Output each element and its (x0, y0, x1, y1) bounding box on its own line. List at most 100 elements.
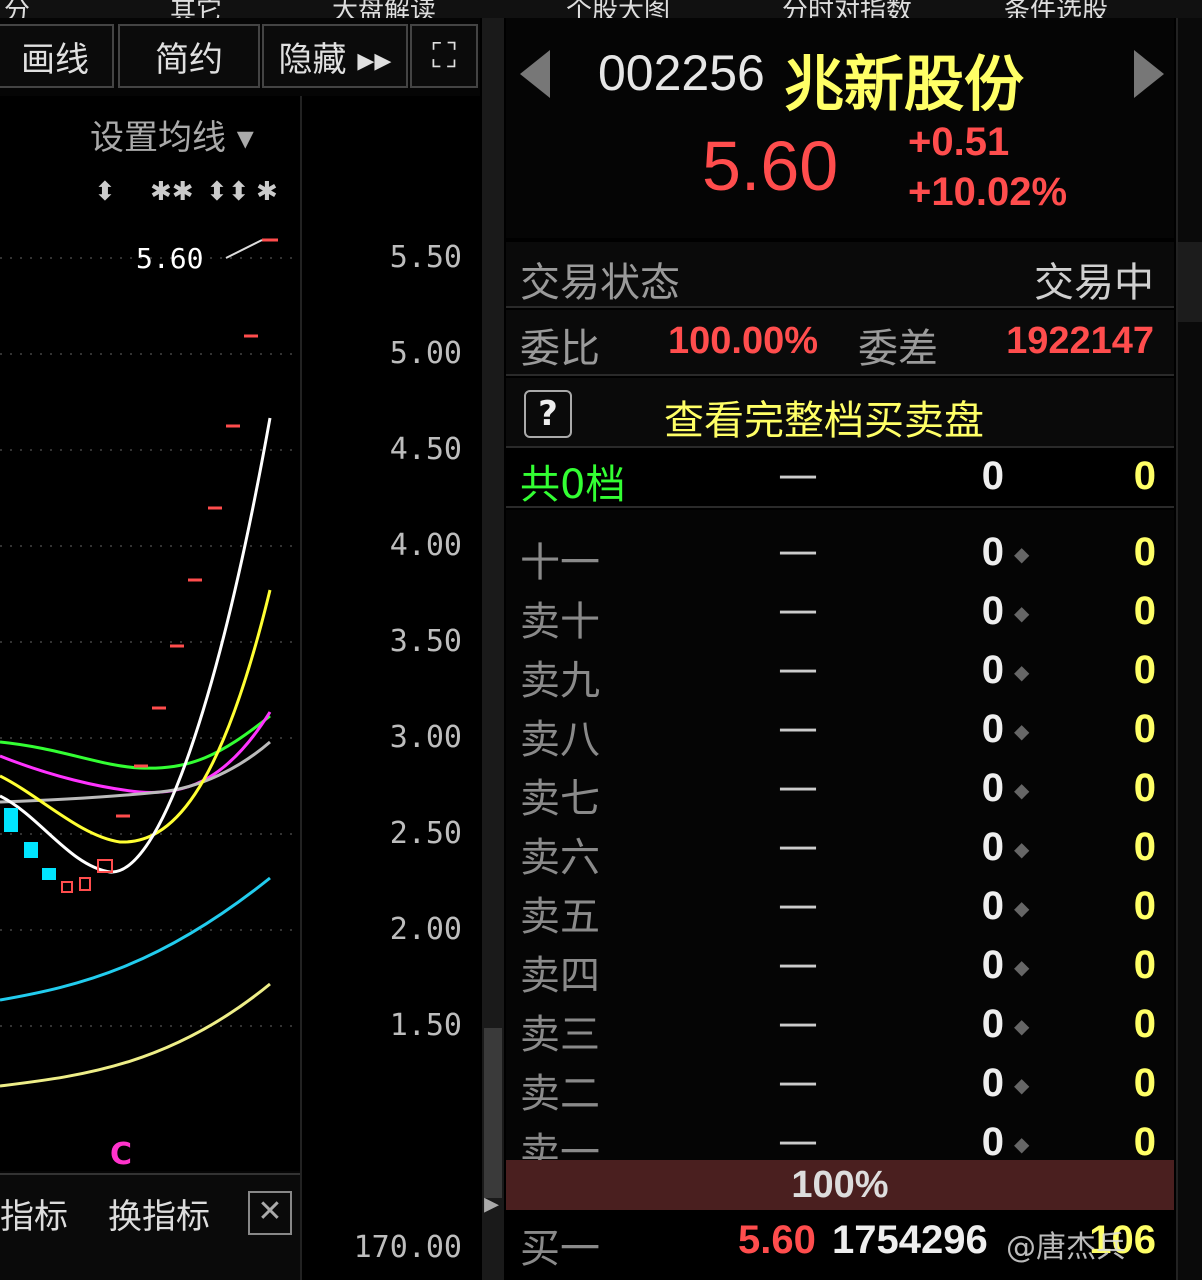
kline-chart[interactable]: 设置均线 ▾ ⬍ ✱✱ ⬍⬍ ✱ 5.60 C (0, 96, 300, 1171)
level-volume: 0 (981, 766, 1004, 810)
trade-status-row: 交易状态 交易中 (506, 242, 1174, 308)
next-stock-icon[interactable] (1134, 50, 1164, 98)
order-diff-label: 委差 (858, 326, 938, 372)
marker-c: C (110, 1137, 132, 1171)
level-volume: 0 (981, 825, 1004, 869)
ask-level-row[interactable]: 卖五 — 0 ◆ 0 (506, 878, 1174, 940)
volume-axis-label: 170.00 (353, 1230, 462, 1265)
price-change-pct: +10.02% (908, 170, 1068, 214)
level-price: — (778, 587, 818, 633)
summary-price: — (778, 452, 818, 498)
level-count: 0 (1133, 589, 1156, 633)
last-price: 5.60 (702, 127, 839, 205)
weibo-watermark: @唐杰兵 (1006, 1230, 1126, 1265)
bid-price: 5.60 (738, 1218, 816, 1262)
ask-level-row[interactable]: 卖二 — 0 ◆ 0 (506, 1055, 1174, 1117)
level-price: — (778, 528, 818, 574)
ask-level-row[interactable]: 卖七 — 0 ◆ 0 (506, 760, 1174, 822)
ask-levels: 十一 — 0 ◆ 0 卖十 — 0 ◆ 0 卖九 — 0 ◆ 0 卖八 — 0 … (506, 510, 1174, 1176)
ma-line-pale-yellow (0, 982, 271, 1088)
bid-level-row[interactable]: 买一 5.60 1754296 106 @唐杰兵 (506, 1212, 1174, 1280)
book-summary-row: 共0档 — 0 0 (506, 448, 1174, 508)
axis-label: 3.50 (389, 624, 462, 659)
summary-volume: 0 (981, 454, 1004, 498)
level-name: 卖二 (520, 1071, 600, 1117)
simple-mode-button[interactable]: 简约 (118, 24, 260, 88)
top-menu-item[interactable]: 大盘解读 (332, 0, 436, 18)
top-menu-item[interactable]: 其它 (170, 0, 222, 18)
level-volume: 0 (981, 589, 1004, 633)
top-menu-item[interactable]: 分 (4, 0, 30, 18)
axis-label: 4.50 (389, 432, 462, 467)
top-menu-item[interactable]: 条件选股 (1004, 0, 1108, 18)
indicator-tab[interactable]: 指标 (0, 1189, 68, 1238)
level-volume: 0 (981, 1061, 1004, 1105)
level-name: 卖七 (520, 776, 600, 822)
level-name: 十一 (520, 540, 600, 586)
ask-level-row[interactable]: 卖六 — 0 ◆ 0 (506, 819, 1174, 881)
axis-label: 1.50 (389, 1008, 462, 1043)
order-ratio-label: 委比 (520, 326, 600, 372)
arrow-updown-icon: ⬍ (94, 177, 116, 207)
axis-label: 5.00 (389, 336, 462, 371)
level-volume: 0 (981, 1120, 1004, 1164)
help-icon[interactable]: ? (524, 390, 572, 438)
level-volume: 0 (981, 530, 1004, 574)
indicator-bar: 指标 换指标 ✕ (0, 1173, 300, 1280)
fullscreen-icon: ⛶ (432, 36, 456, 76)
diamond-icon: ◆ (1014, 778, 1030, 802)
level-count: 0 (1133, 530, 1156, 574)
axis-label: 5.50 (389, 240, 462, 275)
level-count: 0 (1133, 943, 1156, 987)
top-menu-item[interactable]: 分时对指数 (782, 0, 912, 18)
axis-label: 2.50 (389, 816, 462, 851)
ask-level-row[interactable]: 卖十 — 0 ◆ 0 (506, 583, 1174, 645)
ma-line-white (0, 417, 272, 874)
kline-svg: ⬍ ✱✱ ⬍⬍ ✱ 5.60 C (0, 177, 300, 1171)
ma-line-yellow (0, 589, 272, 844)
close-icon[interactable]: ✕ (248, 1191, 292, 1235)
full-book-row[interactable]: ? 查看完整档买卖盘 (506, 378, 1174, 448)
price-axis: 5.50 5.00 4.50 4.00 3.50 3.00 2.50 2.00 … (300, 96, 480, 1280)
diamond-icon: ◆ (1014, 896, 1030, 920)
ask-level-row[interactable]: 卖三 — 0 ◆ 0 (506, 996, 1174, 1058)
level-count: 0 (1133, 1120, 1156, 1164)
quote-panel: 002256 兆新股份 5.60 +0.51 +10.02% 交易状态 交易中 … (506, 18, 1202, 1280)
ask-level-row[interactable]: 卖四 — 0 ◆ 0 (506, 937, 1174, 999)
level-volume: 0 (981, 1002, 1004, 1046)
diamond-icon: ◆ (1014, 1073, 1030, 1097)
quote-header: 002256 兆新股份 5.60 +0.51 +10.02% (506, 18, 1174, 238)
axis-label: 4.00 (389, 528, 462, 563)
scrollbar-thumb[interactable] (484, 1028, 502, 1198)
fullscreen-button[interactable]: ⛶ (410, 24, 478, 88)
switch-indicator-tab[interactable]: 换指标 (108, 1189, 210, 1238)
chart-tool-icons[interactable]: ⬍ ✱✱ ⬍⬍ ✱ (94, 177, 278, 207)
full-book-link[interactable]: 查看完整档买卖盘 (664, 388, 984, 446)
order-ratio-value: 100.00% (668, 320, 819, 362)
level-volume: 0 (981, 884, 1004, 928)
diamond-icon: ◆ (1014, 1132, 1030, 1156)
panel-divider[interactable]: ▸ (482, 18, 504, 1280)
level-price: — (778, 882, 818, 928)
draw-line-button[interactable]: 画线 (0, 24, 114, 88)
level-price: — (778, 941, 818, 987)
level-price: — (778, 1000, 818, 1046)
top-menu-item[interactable]: 个股大图 (566, 0, 670, 18)
diamond-icon: ◆ (1014, 1014, 1030, 1038)
ask-level-row[interactable]: 卖九 — 0 ◆ 0 (506, 642, 1174, 704)
ask-level-row[interactable]: 十一 — 0 ◆ 0 (506, 524, 1174, 586)
level-name: 卖四 (520, 953, 600, 999)
diamond-icon: ◆ (1014, 660, 1030, 684)
diamond-icon: ◆ (1014, 837, 1030, 861)
hide-panel-button[interactable]: 隐藏 ▸▸ (262, 24, 408, 88)
prev-stock-icon[interactable] (520, 50, 550, 98)
level-count-label: 共0档 (520, 462, 626, 508)
side-panel-edge (1176, 18, 1202, 1280)
level-name: 卖五 (520, 894, 600, 940)
chart-panel: 画线 简约 隐藏 ▸▸ ⛶ 设置均线 ▾ ⬍ ✱✱ ⬍⬍ ✱ 5.60 C 5.… (0, 18, 480, 1280)
ask-level-row[interactable]: 卖八 — 0 ◆ 0 (506, 701, 1174, 763)
collapse-arrow-icon[interactable]: ▸ (484, 1186, 499, 1221)
side-tab[interactable] (1178, 242, 1202, 322)
price-pointer-line (225, 239, 263, 259)
axis-label: 2.00 (389, 912, 462, 947)
